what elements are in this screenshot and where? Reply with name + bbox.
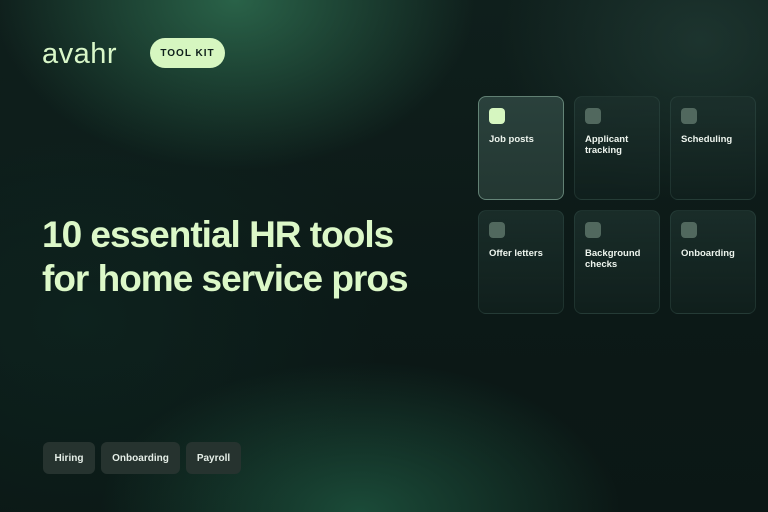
tool-card-scheduling[interactable]: Scheduling (670, 96, 756, 200)
checkbox-icon (585, 222, 601, 238)
headline-line-2: for home service pros (42, 258, 409, 299)
tool-card-applicant-tracking[interactable]: Applicant tracking (574, 96, 660, 200)
checkbox-icon (489, 108, 505, 124)
avahr-logo[interactable]: avahr (42, 38, 117, 70)
tool-card-label: Background checks (585, 248, 641, 270)
tag-onboarding[interactable]: Onboarding (101, 442, 180, 474)
checkbox-icon (489, 222, 505, 238)
headline-line-1: 10 essential HR tools (42, 214, 394, 255)
tool-card-job-posts[interactable]: Job posts (478, 96, 564, 200)
checkbox-icon (681, 222, 697, 238)
tool-card-label: Offer letters (489, 248, 543, 259)
page-title: 10 essential HR tools for home service p… (42, 213, 462, 301)
checkbox-icon (681, 108, 697, 124)
tool-card-label: Scheduling (681, 134, 733, 145)
checkbox-icon (585, 108, 601, 124)
tool-card-label: Job posts (489, 134, 534, 145)
tool-card-background-checks[interactable]: Background checks (574, 210, 660, 314)
tool-card-label: Applicant tracking (585, 134, 629, 156)
tool-card-onboarding[interactable]: Onboarding (670, 210, 756, 314)
tag-payroll[interactable]: Payroll (186, 442, 241, 474)
tool-kit-badge: TOOL KIT (150, 38, 225, 68)
tag-hiring[interactable]: Hiring (43, 442, 95, 474)
tool-card-label: Onboarding (681, 248, 735, 259)
tool-card-offer-letters[interactable]: Offer letters (478, 210, 564, 314)
